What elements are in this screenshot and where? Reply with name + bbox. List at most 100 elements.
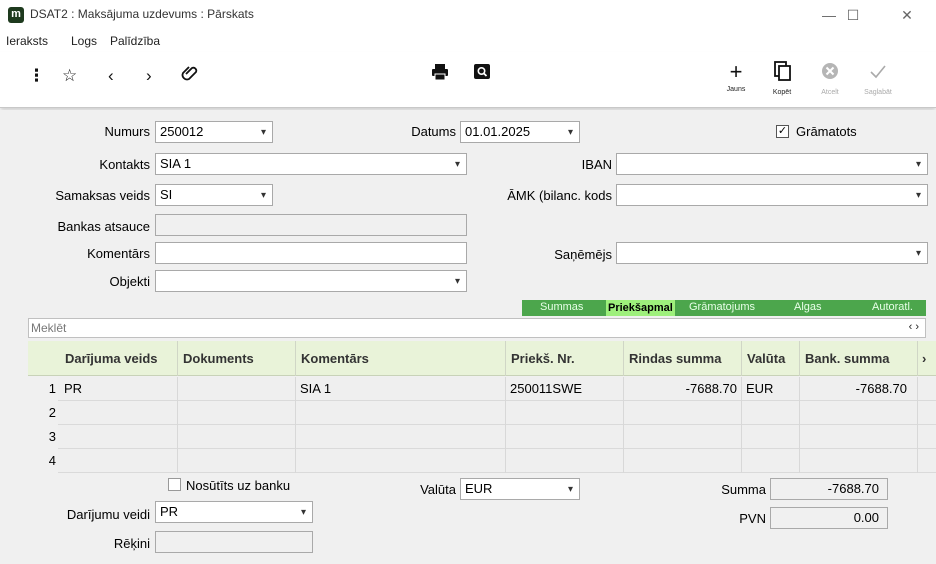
tab-algas[interactable]: Algas	[794, 301, 822, 313]
cell-dokuments[interactable]	[178, 377, 296, 401]
chevron-down-icon: ▾	[300, 507, 306, 518]
cell-rindas-summa[interactable]: -7688.70	[624, 377, 742, 401]
cell-komentars[interactable]	[296, 425, 506, 449]
darijumu-veidi-select[interactable]: PR ▾	[155, 501, 313, 523]
cell-valuta[interactable]	[742, 449, 800, 473]
bankas-atsauce-field[interactable]	[155, 214, 467, 236]
cell-prieks-nr[interactable]: 250011SWE	[506, 377, 624, 401]
close-button[interactable]: ✕	[892, 4, 922, 26]
tab-priekšapmal[interactable]: Priekšapmal	[606, 300, 675, 316]
chevron-right-icon[interactable]: ›	[146, 66, 152, 86]
numurs-label: Numurs	[104, 124, 150, 139]
tab-gramatojums[interactable]: Grāmatojums	[689, 301, 755, 313]
col-darijuma-veids[interactable]: Darījuma veids	[60, 341, 178, 376]
col-bank-summa[interactable]: Bank. summa	[800, 341, 918, 376]
cell-prieks-nr[interactable]	[506, 449, 624, 473]
cell-komentars[interactable]	[296, 449, 506, 473]
new-button[interactable]: + Jauns	[716, 60, 756, 94]
cell-bank-summa[interactable]: -7688.70	[800, 377, 918, 401]
copy-button[interactable]: Kopēt	[762, 60, 802, 96]
objekti-select[interactable]: ▾	[155, 270, 467, 292]
kontakts-select[interactable]: SIA 1 ▾	[155, 153, 467, 175]
nosutits-checkbox[interactable]	[168, 478, 181, 491]
cell-dokuments[interactable]	[178, 449, 296, 473]
cell-valuta[interactable]: EUR	[742, 377, 800, 401]
chevron-down-icon: ▾	[260, 127, 266, 138]
cell-veids[interactable]: PR	[60, 377, 178, 401]
checkmark-icon	[858, 60, 898, 87]
bankas-atsauce-label: Bankas atsauce	[57, 219, 150, 234]
more-vertical-icon[interactable]: ⋮	[28, 66, 45, 86]
cell-valuta[interactable]	[742, 425, 800, 449]
col-valuta[interactable]: Valūta	[742, 341, 800, 376]
col-prieks-nr[interactable]: Priekš. Nr.	[506, 341, 624, 376]
cell-komentars[interactable]	[296, 401, 506, 425]
cell-dokuments[interactable]	[178, 401, 296, 425]
star-icon[interactable]: ☆	[62, 66, 77, 86]
cell-veids[interactable]	[60, 425, 178, 449]
samaksas-veids-select[interactable]: SI ▾	[155, 184, 273, 206]
gramatots-checkbox[interactable]: ✓	[776, 125, 789, 138]
cell-dokuments[interactable]	[178, 425, 296, 449]
save-button[interactable]: Saglabāt	[858, 60, 898, 96]
summa-field: -7688.70	[770, 478, 888, 500]
cell-rindas-summa[interactable]	[624, 425, 742, 449]
table-row[interactable]: 2	[28, 401, 936, 425]
cell-bank-summa[interactable]	[800, 401, 918, 425]
cell-veids[interactable]	[60, 401, 178, 425]
table-row[interactable]: 1 PR SIA 1 250011SWE -7688.70 EUR -7688.…	[28, 377, 936, 401]
tab-summas[interactable]: Summas	[540, 301, 583, 313]
cell-komentars[interactable]: SIA 1	[296, 377, 506, 401]
col-dokuments[interactable]: Dokuments	[178, 341, 296, 376]
cell-valuta[interactable]	[742, 401, 800, 425]
search-preview-icon[interactable]	[472, 62, 492, 87]
grid-header: Darījuma veids Dokuments Komentārs Priek…	[28, 341, 936, 376]
scroll-nav-icon[interactable]: ‹ ›	[909, 321, 919, 333]
amk-select[interactable]: ▾	[616, 184, 928, 206]
print-icon[interactable]	[430, 62, 450, 87]
cell-rindas-summa[interactable]	[624, 449, 742, 473]
menu-logs[interactable]: Logs	[71, 34, 97, 48]
chevron-down-icon: ▾	[567, 127, 573, 138]
numurs-select[interactable]: 250012 ▾	[155, 121, 273, 143]
objekti-label: Objekti	[109, 274, 150, 289]
attachment-icon[interactable]	[180, 63, 200, 88]
cell-rindas-summa[interactable]	[624, 401, 742, 425]
table-row[interactable]: 4	[28, 449, 936, 473]
valuta-select[interactable]: EUR ▾	[460, 478, 580, 500]
chevron-down-icon: ▾	[454, 159, 460, 170]
row-number: 1	[28, 377, 58, 401]
cancel-button[interactable]: Atcelt	[810, 60, 850, 96]
chevron-down-icon: ▾	[915, 159, 921, 170]
chevron-down-icon: ▾	[915, 190, 921, 201]
window-title: DSAT2 : Maksājuma uzdevums : Pārskats	[30, 7, 254, 21]
tab-autoratl[interactable]: Autoratl.	[872, 301, 913, 313]
grid-more-icon[interactable]: ›	[918, 341, 936, 376]
cell-bank-summa[interactable]	[800, 425, 918, 449]
sanemejs-select[interactable]: ▾	[616, 242, 928, 264]
datums-select[interactable]: 01.01.2025 ▾	[460, 121, 580, 143]
chevron-down-icon: ▾	[567, 484, 573, 495]
rekini-field[interactable]	[155, 531, 313, 553]
cell-veids[interactable]	[60, 449, 178, 473]
pvn-field: 0.00	[770, 507, 888, 529]
table-row[interactable]: 3	[28, 425, 936, 449]
menu-bar: Ieraksts Logs Palīdzība	[0, 30, 936, 52]
komentars-field[interactable]	[155, 242, 467, 264]
iban-label: IBAN	[581, 157, 612, 172]
cell-prieks-nr[interactable]	[506, 425, 624, 449]
row-number: 3	[28, 425, 58, 449]
menu-ieraksts[interactable]: Ieraksts	[6, 34, 48, 48]
maximize-button[interactable]: ☐	[838, 4, 868, 26]
cell-bank-summa[interactable]	[800, 449, 918, 473]
gramatots-label: Grāmatots	[796, 124, 857, 139]
chevron-left-icon[interactable]: ‹	[108, 66, 114, 86]
search-input[interactable]: Meklēt ‹ ›	[28, 318, 926, 338]
col-komentars[interactable]: Komentārs	[296, 341, 506, 376]
cell-prieks-nr[interactable]	[506, 401, 624, 425]
menu-palidziba[interactable]: Palīdzība	[110, 34, 160, 48]
col-rindas-summa[interactable]: Rindas summa	[624, 341, 742, 376]
search-placeholder: Meklēt	[31, 321, 67, 335]
iban-select[interactable]: ▾	[616, 153, 928, 175]
copy-icon	[762, 60, 802, 87]
